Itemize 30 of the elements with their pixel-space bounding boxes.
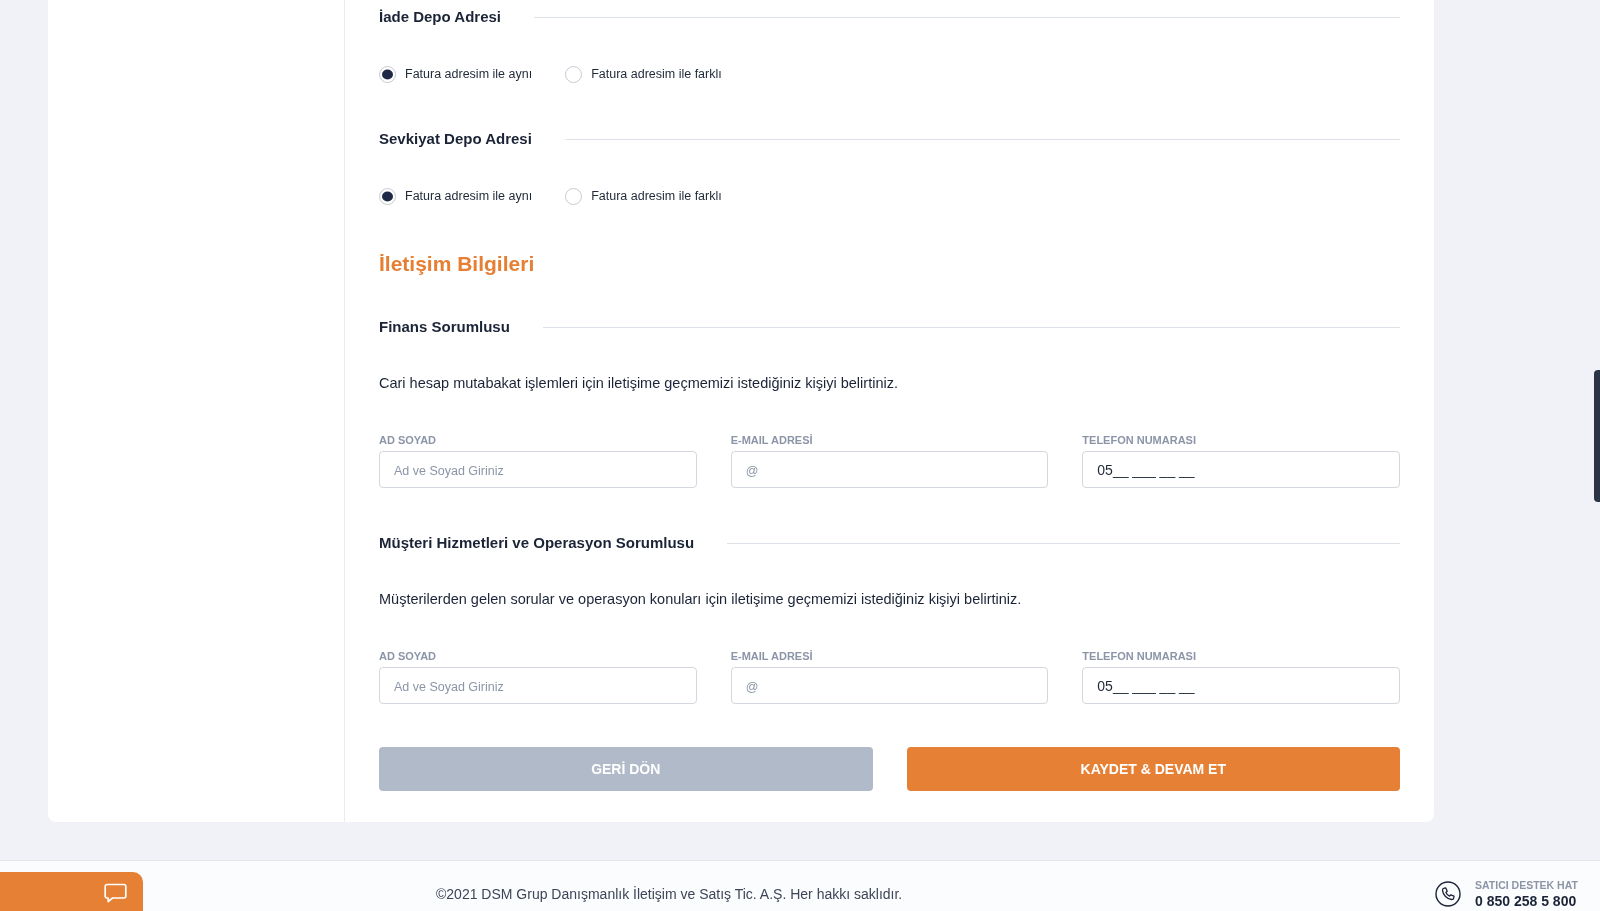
copyright-text: ©2021 DSM Grup Danışmanlık İletişim ve Satış Tic. A.Ş. Her hakkı saklıdır. <box>436 885 903 903</box>
support-line-label: SATICI DESTEK HAT <box>1475 878 1578 892</box>
section-heading: İade Depo Adresi <box>379 7 501 27</box>
input-field[interactable]: 05__ ___ __ __ <box>1082 451 1400 488</box>
side-tab[interactable] <box>1594 370 1600 502</box>
field-label: TELEFON NUMARASI <box>1082 649 1196 663</box>
field-label: AD SOYAD <box>379 649 437 663</box>
description-text: Müşterilerden gelen sorular ve operasyon konuları için iletişime geçmemizi istediğiniz kişiyi belirtiniz. <box>379 590 1022 609</box>
field-label: AD SOYAD <box>379 433 437 447</box>
radio-option[interactable]: Fatura adresim ile farklı <box>565 64 722 84</box>
support-phone-number: 0 850 258 5 800 <box>1475 892 1578 910</box>
input-field[interactable]: Ad ve Soyad Giriniz <box>379 667 697 704</box>
description-text: Cari hesap mutabakat işlemleri için iletişime geçmemizi istediğiniz kişiyi belirtiniz. <box>379 374 898 393</box>
field-label: E-MAIL ADRESİ <box>730 649 813 663</box>
speech-bubble-icon <box>104 882 127 903</box>
phone-icon <box>1435 881 1461 907</box>
chat-tab[interactable] <box>0 872 143 911</box>
section-heading: Müşteri Hizmetleri ve Operasyon Sorumlusu <box>379 533 695 553</box>
section-title: İletişim Bilgileri <box>379 251 535 277</box>
section-heading: Finans Sorumlusu <box>379 317 510 337</box>
input-field[interactable]: Ad ve Soyad Giriniz <box>379 451 697 488</box>
radio-option[interactable]: Fatura adresim ile farklı <box>565 186 722 206</box>
input-field[interactable]: @ <box>730 667 1049 704</box>
field-label: E-MAIL ADRESİ <box>730 433 813 447</box>
radio-option[interactable]: Fatura adresim ile aynı <box>379 64 533 84</box>
section-heading: Sevkiyat Depo Adresi <box>379 129 532 149</box>
field-label: TELEFON NUMARASI <box>1082 433 1196 447</box>
input-field[interactable]: @ <box>730 451 1049 488</box>
input-field[interactable]: 05__ ___ __ __ <box>1082 667 1400 704</box>
radio-option[interactable]: Fatura adresim ile aynı <box>379 186 533 206</box>
